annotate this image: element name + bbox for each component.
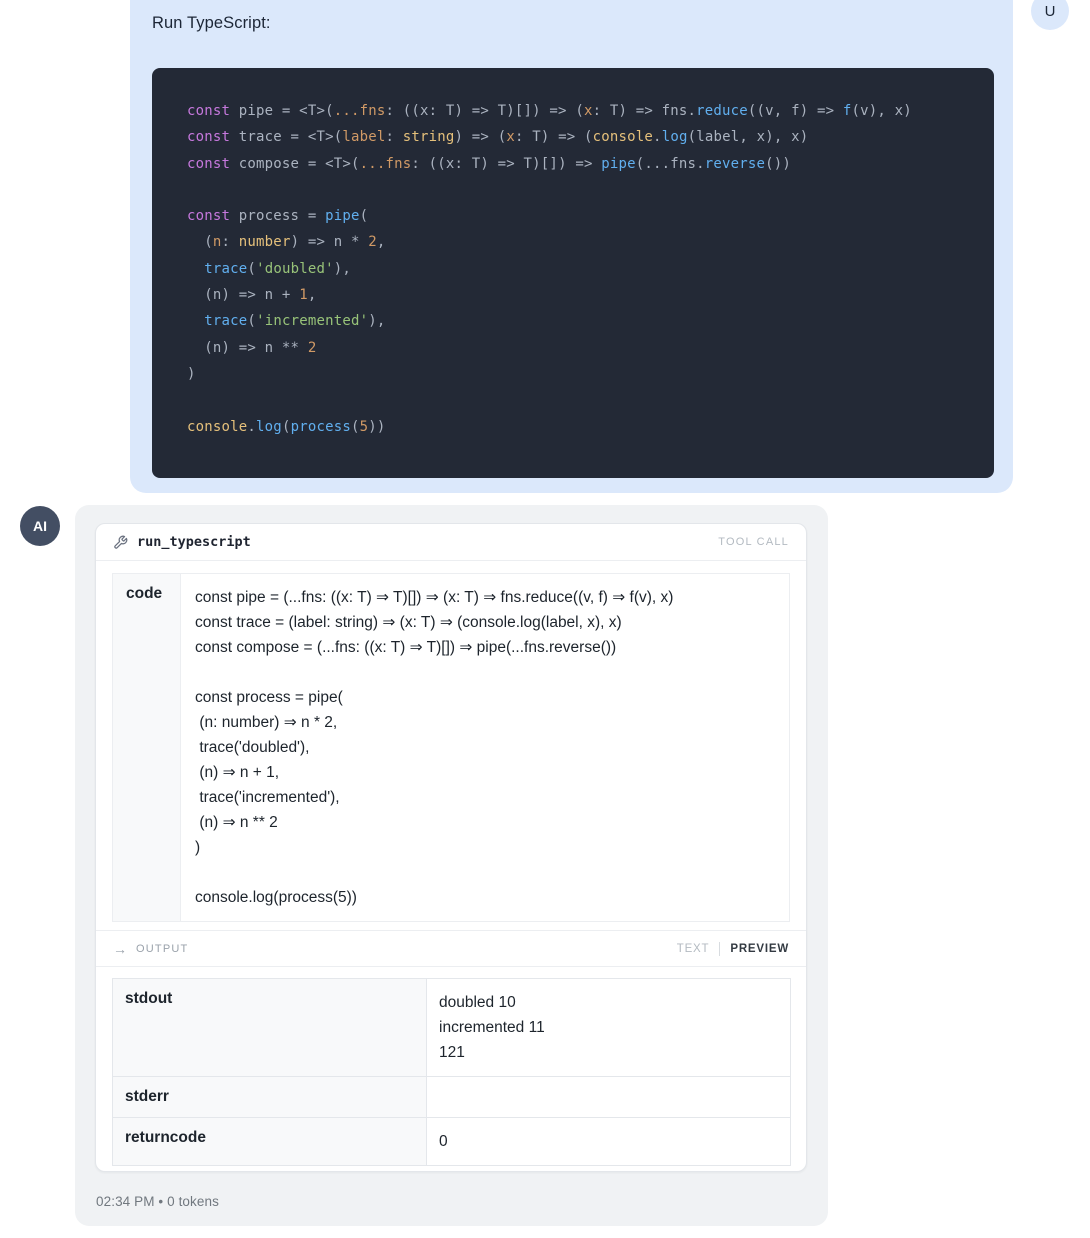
output-row: stderr: [113, 1077, 791, 1118]
output-table: stdoutdoubled 10 incremented 11 121stder…: [112, 978, 791, 1166]
tool-param-value: const pipe = (...fns: ((x: T) ⇒ T)[]) ⇒ …: [181, 574, 789, 921]
output-row: returncode0: [113, 1118, 791, 1166]
tool-param-name: code: [113, 574, 181, 921]
user-code: const pipe = <T>(...fns: ((x: T) => T)[]…: [187, 98, 974, 440]
tab-preview[interactable]: PREVIEW: [730, 943, 789, 955]
tab-divider: [719, 942, 720, 956]
output-row-value: 0: [427, 1118, 791, 1166]
tool-call-header[interactable]: run_typescript TOOL CALL: [96, 524, 806, 561]
arrow-right-icon: →: [113, 941, 127, 957]
output-section-header: → OUTPUT TEXT PREVIEW: [96, 930, 806, 967]
message-timestamp: 02:34 PM • 0 tokens: [96, 1194, 219, 1209]
user-message-text: Run TypeScript:: [152, 14, 271, 33]
output-table-body: stdoutdoubled 10 incremented 11 121stder…: [113, 979, 791, 1166]
user-message-bubble: Run TypeScript: const pipe = <T>(...fns:…: [130, 0, 1013, 493]
tool-call-card: run_typescript TOOL CALL code const pipe…: [95, 523, 807, 1172]
user-avatar: U: [1031, 0, 1069, 30]
output-row-value: doubled 10 incremented 11 121: [427, 979, 791, 1077]
tool-param-row: code const pipe = (...fns: ((x: T) ⇒ T)[…: [112, 573, 790, 922]
output-tabs: TEXT PREVIEW: [677, 942, 789, 956]
output-label: OUTPUT: [136, 943, 188, 955]
tool-call-badge: TOOL CALL: [718, 536, 789, 548]
output-row-value: [427, 1077, 791, 1118]
user-code-block: const pipe = <T>(...fns: ((x: T) => T)[]…: [152, 68, 994, 478]
tool-name: run_typescript: [137, 534, 251, 550]
output-row-key: stderr: [113, 1077, 427, 1118]
output-row: stdoutdoubled 10 incremented 11 121: [113, 979, 791, 1077]
wrench-icon: [113, 535, 128, 550]
output-row-key: stdout: [113, 979, 427, 1077]
tab-text[interactable]: TEXT: [677, 943, 710, 955]
ai-avatar: AI: [20, 506, 60, 546]
ai-message-container: run_typescript TOOL CALL code const pipe…: [75, 505, 828, 1226]
output-row-key: returncode: [113, 1118, 427, 1166]
